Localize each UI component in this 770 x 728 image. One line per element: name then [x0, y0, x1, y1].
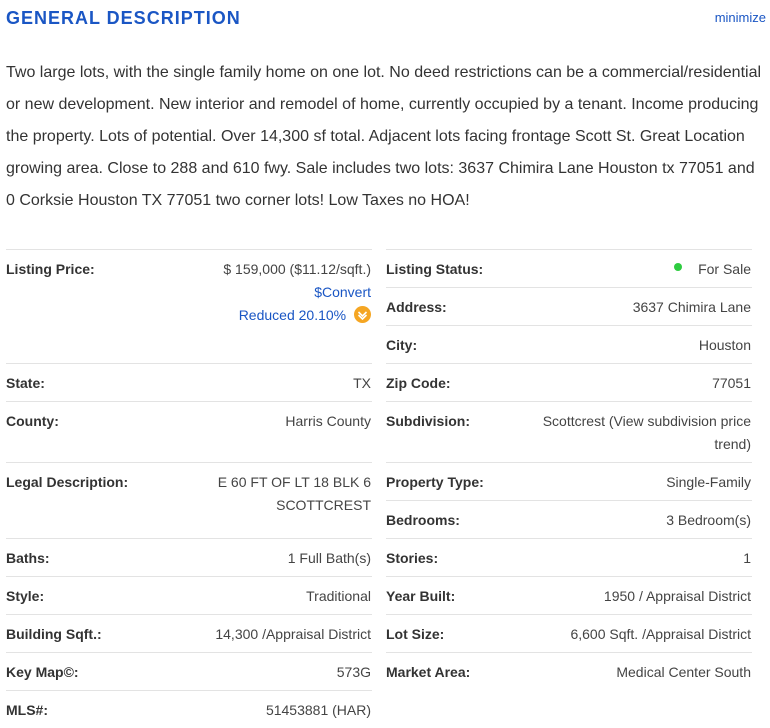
- description-text: Two large lots, with the single family h…: [6, 64, 762, 209]
- listing-status-value-wrap: For Sale: [674, 258, 751, 281]
- style-value: Traditional: [306, 588, 371, 604]
- minimize-link[interactable]: minimize: [715, 10, 766, 25]
- style-label: Style:: [6, 588, 45, 604]
- county-label: County:: [6, 413, 59, 429]
- details-right-column: Listing Status: For Sale Address: 3637 C…: [386, 249, 752, 690]
- row-market-area: Market Area: Medical Center South: [386, 652, 752, 690]
- building-sqft-value: 14,300 /Appraisal District: [215, 626, 371, 642]
- address-label: Address:: [386, 299, 447, 315]
- year-built-value: 1950 / Appraisal District: [603, 588, 751, 604]
- listing-price-label: Listing Price:: [6, 261, 95, 277]
- market-area-link[interactable]: Medical Center South: [616, 661, 751, 684]
- city-label: City:: [386, 337, 418, 353]
- row-baths: Baths: 1 Full Bath(s): [6, 538, 372, 576]
- convert-link[interactable]: $Convert: [314, 284, 371, 300]
- legal-description-value: E 60 FT OF LT 18 BLK 6 SCOTTCREST: [218, 471, 371, 517]
- row-listing-status: Listing Status: For Sale: [386, 249, 752, 287]
- legal-description-line2: SCOTTCREST: [276, 497, 371, 513]
- status-dot-icon: [674, 263, 683, 271]
- row-lot-size: Lot Size: 6,600 Sqft. /Appraisal Distric…: [386, 614, 752, 652]
- property-type-label: Property Type:: [386, 474, 484, 490]
- row-county: County: Harris County: [6, 401, 372, 462]
- row-address: Address: 3637 Chimira Lane: [386, 287, 752, 325]
- section-header: GENERAL DESCRIPTION minimize: [0, 0, 770, 44]
- row-state: State: TX: [6, 363, 372, 401]
- row-zip: Zip Code: 77051: [386, 363, 752, 401]
- baths-value: 1 Full Bath(s): [287, 550, 371, 566]
- row-year-built: Year Built: 1950 / Appraisal District: [386, 576, 752, 614]
- row-mls: MLS#: 51453881 (HAR): [6, 690, 372, 728]
- zip-link[interactable]: 77051: [712, 372, 751, 395]
- subdivision-link[interactable]: Scottcrest (View subdivision price trend…: [521, 410, 751, 456]
- mls-label: MLS#:: [6, 702, 48, 718]
- property-type-value: Single-Family: [666, 474, 751, 490]
- subdivision-label: Subdivision:: [386, 413, 470, 429]
- details-left-column: Listing Price: $ 159,000 ($11.12/sqft.) …: [6, 249, 372, 728]
- row-key-map: Key Map©: 573G: [6, 652, 372, 690]
- stories-value: 1: [743, 550, 751, 566]
- city-link[interactable]: Houston: [699, 334, 751, 357]
- stories-label: Stories:: [386, 550, 439, 566]
- state-label: State:: [6, 375, 45, 391]
- row-bedrooms: Bedrooms: 3 Bedroom(s): [386, 500, 752, 538]
- mls-value: 51453881 (HAR): [265, 702, 371, 718]
- market-area-label: Market Area:: [386, 664, 471, 680]
- listing-status-value: For Sale: [698, 261, 751, 277]
- row-listing-price: Listing Price: $ 159,000 ($11.12/sqft.) …: [6, 249, 372, 363]
- legal-description-label: Legal Description:: [6, 474, 129, 490]
- legal-description-line1: E 60 FT OF LT 18 BLK 6: [217, 474, 371, 490]
- bedrooms-value: 3 Bedroom(s): [666, 512, 751, 528]
- address-value: 3637 Chimira Lane: [632, 299, 751, 315]
- bedrooms-label: Bedrooms:: [386, 512, 460, 528]
- row-subdivision: Subdivision: Scottcrest (View subdivisio…: [386, 401, 752, 462]
- county-link[interactable]: Harris County: [285, 410, 371, 433]
- state-value: TX: [353, 375, 371, 391]
- reduced-link[interactable]: Reduced 20.10%: [239, 307, 346, 323]
- lot-size-value: 6,600 Sqft. /Appraisal District: [570, 626, 751, 642]
- key-map-label: Key Map©:: [6, 664, 79, 680]
- row-legal-description: Legal Description: E 60 FT OF LT 18 BLK …: [6, 462, 372, 538]
- row-style: Style: Traditional: [6, 576, 372, 614]
- listing-price-value: $ 159,000 ($11.12/sqft.): [223, 261, 371, 277]
- zip-label: Zip Code:: [386, 375, 451, 391]
- row-building-sqft: Building Sqft.: 14,300 /Appraisal Distri…: [6, 614, 372, 652]
- row-property-type: Property Type: Single-Family: [386, 462, 752, 500]
- listing-status-label: Listing Status:: [386, 261, 484, 277]
- lot-size-label: Lot Size:: [386, 626, 445, 642]
- baths-label: Baths:: [6, 550, 50, 566]
- section-title: GENERAL DESCRIPTION: [6, 8, 241, 28]
- arrow-down-circle-icon[interactable]: [354, 306, 371, 323]
- row-stories: Stories: 1: [386, 538, 752, 576]
- year-built-label: Year Built:: [386, 588, 456, 604]
- key-map-value: 573G: [336, 664, 371, 680]
- row-city: City: Houston: [386, 325, 752, 363]
- building-sqft-label: Building Sqft.:: [6, 626, 102, 642]
- listing-price-values: $ 159,000 ($11.12/sqft.) $Convert Reduce…: [223, 258, 371, 327]
